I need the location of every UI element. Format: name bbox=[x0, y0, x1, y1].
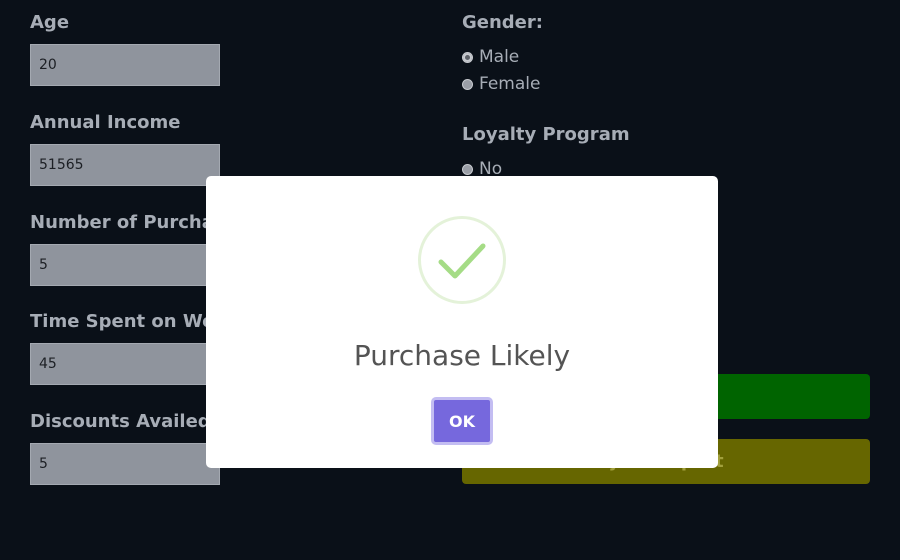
success-check-icon bbox=[418, 216, 506, 304]
dialog-title: Purchase Likely bbox=[353, 339, 571, 372]
ok-button[interactable]: OK bbox=[431, 397, 493, 445]
result-dialog: Purchase Likely OK bbox=[206, 176, 718, 468]
